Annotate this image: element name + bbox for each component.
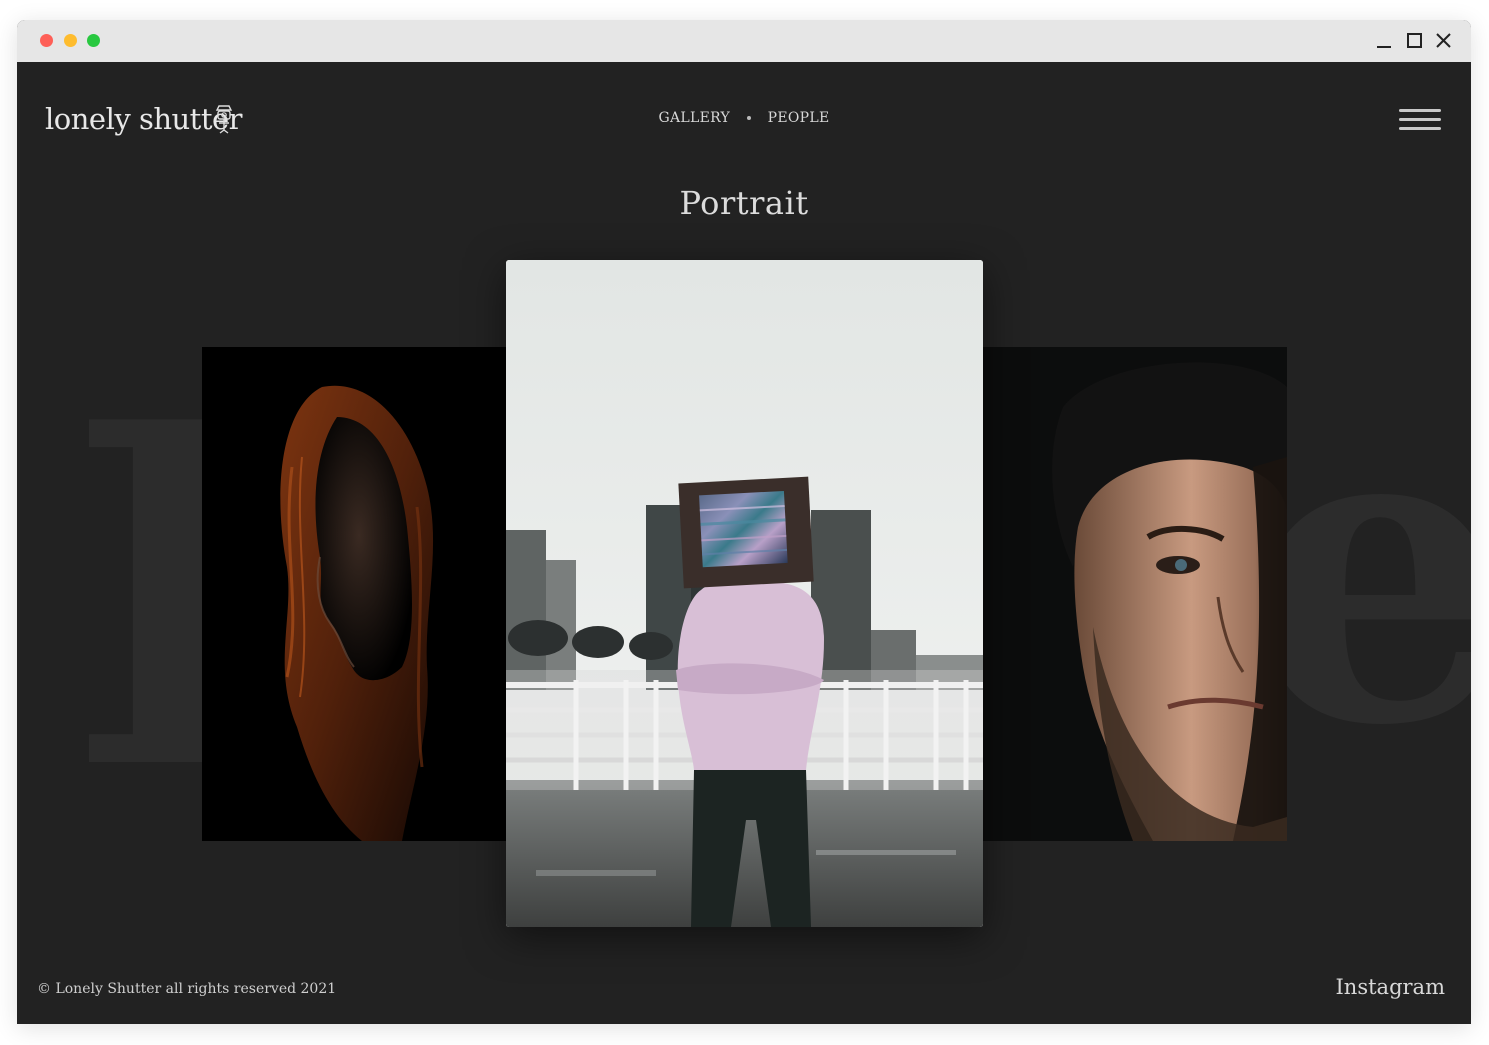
window-titlebar <box>17 20 1471 62</box>
hamburger-line-1 <box>1399 109 1441 112</box>
footer-copyright: © Lonely Shutter all rights reserved 202… <box>37 981 337 997</box>
instagram-link[interactable]: Instagram <box>1336 975 1445 999</box>
minimize-icon[interactable] <box>1373 30 1395 52</box>
nav-gallery[interactable]: GALLERY <box>659 110 731 126</box>
nav-separator-dot <box>746 116 751 120</box>
page-title: Portrait <box>679 184 809 222</box>
window-zoom-dot[interactable] <box>87 34 100 47</box>
page-content: E e lonely shutter GALLERY PEOPLE <box>17 62 1471 1024</box>
browser-window: E e lonely shutter GALLERY PEOPLE <box>17 20 1471 1024</box>
main-nav: GALLERY PEOPLE <box>17 110 1471 126</box>
nav-people[interactable]: PEOPLE <box>768 110 830 126</box>
window-close-dot[interactable] <box>40 34 53 47</box>
maximize-icon[interactable] <box>1403 30 1425 52</box>
close-icon[interactable] <box>1432 30 1454 52</box>
hamburger-menu-icon[interactable] <box>1399 109 1441 135</box>
hamburger-line-2 <box>1399 118 1441 121</box>
tv-head-person-photo[interactable] <box>506 260 983 927</box>
man-half-face-photo[interactable] <box>983 347 1287 841</box>
window-minimize-dot[interactable] <box>64 34 77 47</box>
hamburger-line-3 <box>1399 127 1441 130</box>
woman-silhouette-photo[interactable] <box>202 347 506 841</box>
